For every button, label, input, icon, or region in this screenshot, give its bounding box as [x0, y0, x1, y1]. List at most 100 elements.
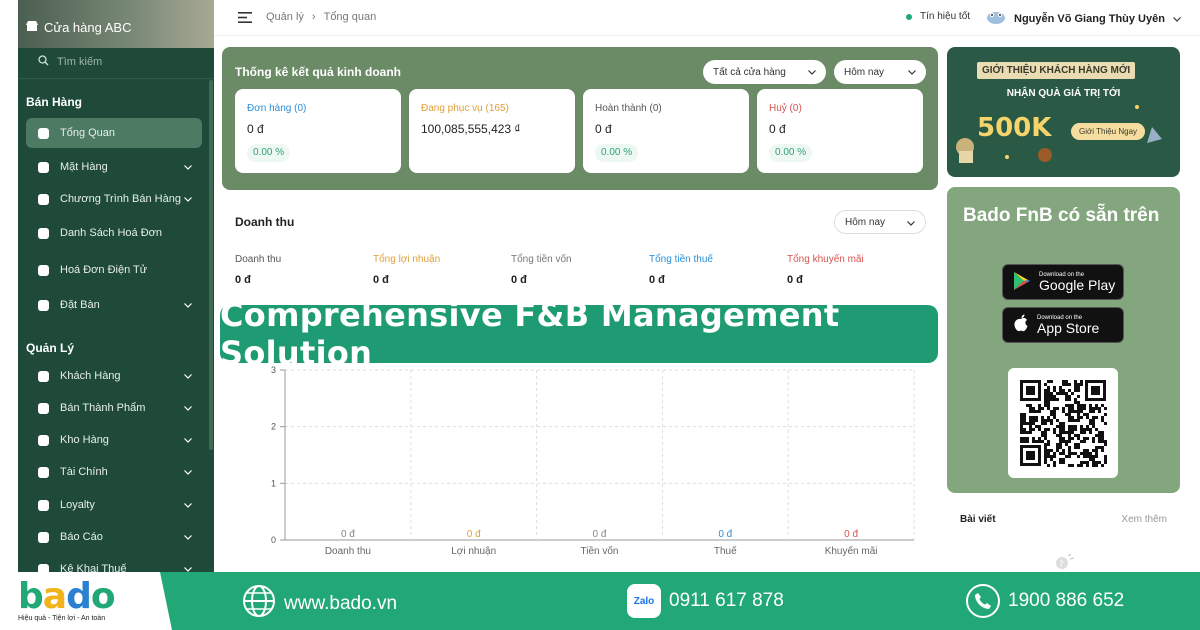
- sidebar-item-13[interactable]: Kê Khai Thuế: [26, 554, 202, 572]
- google-play-label: Google Play: [1039, 276, 1116, 293]
- stat-card-value: 100,085,555,423 ₫: [421, 122, 521, 136]
- store-icon: [26, 20, 38, 35]
- stats-date-select[interactable]: Hôm nay: [834, 60, 926, 84]
- revenue-date-select[interactable]: Hôm nay: [834, 210, 926, 234]
- headline-banner: Comprehensive F&B Management Solution: [220, 296, 938, 372]
- posts-title: Bài viết: [960, 514, 996, 525]
- sidebar-item-label: Bán Thành Phẩm: [60, 402, 146, 414]
- stat-card-value: 0 đ: [247, 122, 264, 136]
- search-input[interactable]: Tìm kiếm: [57, 56, 102, 68]
- wallet-icon: [36, 465, 50, 479]
- status-dot-icon: [906, 13, 912, 20]
- app-store-button[interactable]: Download on the App Store: [1002, 307, 1124, 343]
- revenue-chart: 01230 đDoanh thu0 đLợi nhuận0 đTiền vốn0…: [271, 365, 915, 557]
- app-download-card: Bado FnB có sẵn trên Download on the Goog…: [947, 187, 1180, 493]
- referral-promo[interactable]: GIỚI THIỆU KHÁCH HÀNG MỚI NHẬN QUÀ GIÁ T…: [947, 47, 1180, 177]
- x-tick-label: Thuế: [714, 545, 737, 557]
- chevron-down-icon: [184, 299, 192, 311]
- sidebar-item-3[interactable]: Chương Trình Bán Hàng: [26, 184, 202, 214]
- sidebar-item-12[interactable]: Báo Cáo: [26, 522, 202, 552]
- sidebar-item-1[interactable]: Tổng Quan: [26, 118, 202, 148]
- avatar: [986, 8, 1006, 29]
- revenue-metric-label: Tổng tiền thuế: [649, 254, 713, 265]
- google-play-icon: [1013, 271, 1031, 294]
- revenue-metric-value: 0 đ: [373, 274, 389, 286]
- bar-data-label: 0 đ: [718, 529, 732, 540]
- revenue-metric-value: 0 đ: [787, 274, 803, 286]
- stat-card-label: Huỷ (0): [769, 103, 802, 114]
- sidebar-item-5[interactable]: Hoá Đơn Điện Tử: [26, 255, 202, 285]
- sidebar-scrollbar[interactable]: [209, 80, 213, 450]
- section-sales: Bán Hàng: [26, 95, 83, 109]
- sidebar-item-4[interactable]: Danh Sách Hoá Đơn: [26, 218, 202, 248]
- sidebar-item-label: Danh Sách Hoá Đơn: [60, 227, 162, 239]
- chevron-down-icon: [184, 161, 192, 173]
- sidebar-item-6[interactable]: Đặt Bàn: [26, 290, 202, 320]
- section-manage: Quản Lý: [26, 341, 75, 355]
- signal-text: Tín hiệu tốt: [920, 11, 971, 22]
- footer-website[interactable]: www.bado.vn: [242, 584, 397, 624]
- google-play-button[interactable]: Download on the Google Play: [1002, 264, 1124, 300]
- x-tick-label: Tiền vốn: [581, 545, 619, 557]
- posts-see-more-link[interactable]: Xem thêm: [1121, 514, 1167, 525]
- chevron-down-icon: [184, 466, 192, 478]
- sidebar-item-label: Chương Trình Bán Hàng: [60, 193, 181, 205]
- user-menu[interactable]: Nguyễn Võ Giang Thùy Uyên: [986, 8, 1181, 29]
- trend-icon: [36, 192, 50, 206]
- globe-icon: [242, 584, 276, 624]
- sidebar-item-label: Mặt Hàng: [60, 161, 108, 173]
- sidebar-item-10[interactable]: Tài Chính: [26, 457, 202, 487]
- stat-card[interactable]: Huỷ (0) 0 đ 0.00 %: [757, 89, 923, 173]
- sidebar-item-11[interactable]: Loyalty: [26, 490, 202, 520]
- chevron-down-icon: [907, 218, 915, 229]
- dollar-doc-icon: [36, 226, 50, 240]
- breadcrumb: Quản lý › Tổng quan: [266, 11, 376, 23]
- store-switcher[interactable]: Cửa hàng ABC: [26, 20, 131, 35]
- breadcrumb-root[interactable]: Quản lý: [266, 11, 304, 23]
- revenue-metric-label: Tổng lợi nhuận: [373, 254, 441, 265]
- sidebar-divider: [18, 78, 214, 79]
- refer-now-button[interactable]: Giới Thiệu Ngay: [1071, 123, 1146, 140]
- breadcrumb-separator-icon: ›: [311, 11, 316, 23]
- chevron-down-icon: [184, 434, 192, 446]
- zalo-icon: Zalo: [627, 584, 661, 618]
- sidebar-item-2[interactable]: Mặt Hàng: [26, 152, 202, 182]
- promo-subtitle: NHẬN QUÀ GIÁ TRỊ TỚI: [1006, 88, 1121, 99]
- footer-hotline[interactable]: 1900 886 652: [966, 584, 1124, 618]
- stat-card-value: 0 đ: [595, 122, 612, 136]
- business-stats-panel: Thống kê kết quả kinh doanh Tất cả cửa h…: [222, 47, 938, 190]
- stat-card[interactable]: Đang phục vụ (165) 100,085,555,423 ₫: [409, 89, 575, 173]
- revenue-metric-value: 0 đ: [649, 274, 665, 286]
- sidebar-item-label: Tài Chính: [60, 466, 108, 478]
- store-filter-value: Tất cả cửa hàng: [713, 66, 786, 78]
- store-filter-select[interactable]: Tất cả cửa hàng: [703, 60, 826, 84]
- sidebar-item-8[interactable]: Bán Thành Phẩm: [26, 393, 202, 423]
- users-icon: [36, 369, 50, 383]
- chevron-down-icon: [1173, 13, 1181, 25]
- revenue-metric-label: Doanh thu: [235, 254, 282, 265]
- svg-text:?: ?: [1059, 560, 1064, 569]
- stats-title: Thống kê kết quả kinh doanh: [235, 65, 402, 79]
- bar-chart-icon: [36, 530, 50, 544]
- stat-card[interactable]: Đơn hàng (0) 0 đ 0.00 %: [235, 89, 401, 173]
- hotline-phone: 1900 886 652: [1008, 590, 1125, 611]
- bado-logo: bado: [18, 576, 116, 617]
- revenue-metric: Tổng tiền vốn 0 đ: [511, 254, 572, 286]
- empty-state-icon: ?: [1053, 553, 1075, 572]
- chevron-down-icon: [184, 531, 192, 543]
- sidebar-item-9[interactable]: Kho Hàng: [26, 425, 202, 455]
- chevron-down-icon: [808, 67, 816, 78]
- sidebar-search[interactable]: Tìm kiếm: [38, 55, 102, 69]
- stats-date-value: Hôm nay: [844, 66, 885, 78]
- connection-status: Tín hiệu tốt: [906, 11, 970, 22]
- sidebar: Cửa hàng ABC Tìm kiếm Bán Hàng Quản Lý T…: [18, 0, 214, 572]
- bar-data-label: 0 đ: [341, 529, 355, 540]
- sidebar-item-7[interactable]: Khách Hàng: [26, 361, 202, 391]
- menu-icon[interactable]: [238, 12, 252, 26]
- chevron-down-icon: [908, 67, 916, 78]
- bar-data-label: 0 đ: [593, 529, 607, 540]
- footer-zalo[interactable]: Zalo 0911 617 878: [627, 584, 784, 618]
- y-tick-label: 2: [271, 422, 276, 432]
- revenue-metric-value: 0 đ: [235, 274, 251, 286]
- stat-card[interactable]: Hoàn thành (0) 0 đ 0.00 %: [583, 89, 749, 173]
